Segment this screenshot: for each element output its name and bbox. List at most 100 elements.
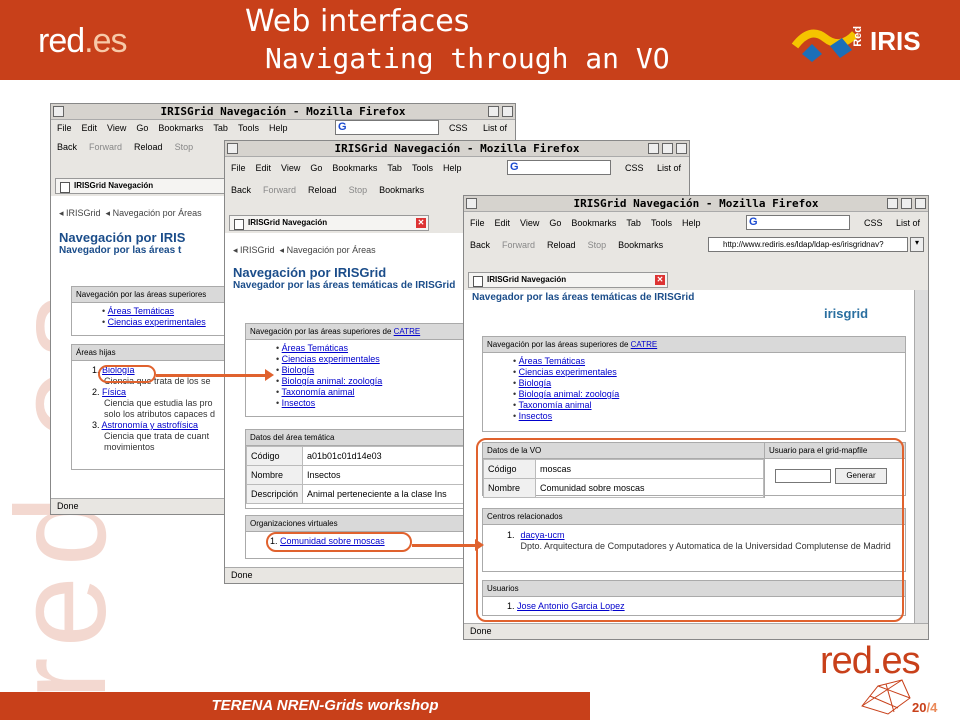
page-heading: Navegación por IRIS xyxy=(59,230,186,245)
menu-tools[interactable]: Tools xyxy=(238,123,259,133)
page-subheading: Navegador por las áreas temáticas de IRI… xyxy=(472,292,695,303)
menu-view[interactable]: View xyxy=(520,218,539,228)
page-subheading: Navegador por las áreas temáticas de IRI… xyxy=(233,280,456,291)
bookmarks-button[interactable]: Bookmarks xyxy=(379,185,424,195)
menu-bar[interactable]: File Edit View Go Bookmarks Tab Tools Help G CS… xyxy=(225,157,689,179)
menu-tools[interactable]: Tools xyxy=(651,218,672,228)
link-astronomia[interactable]: Astronomía y astrofísica xyxy=(102,420,199,430)
back-button[interactable]: Back xyxy=(470,240,490,250)
link-taxonomia-animal[interactable]: Taxonomía animal xyxy=(519,400,592,410)
page-number: 20/4 xyxy=(912,700,938,715)
breadcrumb: ◂ IRISGrid ◂ Navegación por Áreas xyxy=(59,208,202,219)
highlight-comunidad xyxy=(266,532,412,552)
menu-bar[interactable]: File Edit View Go Bookmarks Tab Tools Help G CS… xyxy=(464,212,928,234)
menu-file[interactable]: File xyxy=(470,218,485,228)
back-button[interactable]: Back xyxy=(57,142,77,152)
menu-edit[interactable]: Edit xyxy=(82,123,98,133)
panel-title: Navegación por las áreas superiores de C… xyxy=(483,337,905,353)
title-bar[interactable]: IRISGrid Navegación - Mozilla Firefox xyxy=(51,104,515,120)
link-biologia[interactable]: Biología xyxy=(519,378,552,388)
forward-button[interactable]: Forward xyxy=(263,185,296,195)
menu-help[interactable]: Help xyxy=(269,123,288,133)
network-grid-icon xyxy=(861,679,911,715)
link-insectos[interactable]: Insectos xyxy=(519,411,553,421)
menu-tab[interactable]: Tab xyxy=(626,218,641,228)
menu-help[interactable]: Help xyxy=(682,218,701,228)
slide-title: Web interfaces xyxy=(245,4,470,39)
arrow-to-window-3 xyxy=(412,539,484,551)
link-insectos[interactable]: Insectos xyxy=(282,398,316,408)
menu-go[interactable]: Go xyxy=(310,163,322,173)
title-bar[interactable]: IRISGrid Navegación - Mozilla Firefox xyxy=(464,196,928,212)
menu-go[interactable]: Go xyxy=(549,218,561,228)
link-fisica[interactable]: Física xyxy=(102,387,126,397)
menu-bookmarks[interactable]: Bookmarks xyxy=(571,218,616,228)
crumb-areas[interactable]: ◂ Navegación por Áreas xyxy=(280,245,376,255)
rediris-emblem-icon xyxy=(791,29,858,62)
crumb-areas[interactable]: ◂ Navegación por Áreas xyxy=(106,208,202,218)
link-taxonomia-animal[interactable]: Taxonomía animal xyxy=(282,387,355,397)
menu-file[interactable]: File xyxy=(231,163,246,173)
url-dropdown-icon[interactable]: ▾ xyxy=(910,237,924,252)
menu-bookmarks[interactable]: Bookmarks xyxy=(332,163,377,173)
css-menu[interactable]: CSS xyxy=(449,123,468,133)
tab-irisgrid[interactable]: IRISGrid Navegación ✕ xyxy=(468,272,668,288)
menu-bookmarks[interactable]: Bookmarks xyxy=(158,123,203,133)
scrollbar[interactable] xyxy=(914,290,928,623)
menu-tools[interactable]: Tools xyxy=(412,163,433,173)
slide-subtitle: Navigating through an VO xyxy=(265,42,670,75)
menu-file[interactable]: File xyxy=(57,123,72,133)
link-catre[interactable]: CATRE xyxy=(394,327,421,336)
link-areas-tematicas[interactable]: Áreas Temáticas xyxy=(519,356,585,366)
menu-help[interactable]: Help xyxy=(443,163,462,173)
close-tab-icon[interactable]: ✕ xyxy=(416,218,426,228)
menu-go[interactable]: Go xyxy=(136,123,148,133)
crumb-irisgrid[interactable]: ◂ IRISGrid xyxy=(233,245,275,255)
forward-button[interactable]: Forward xyxy=(502,240,535,250)
tab-irisgrid[interactable]: IRISGrid Navegación xyxy=(55,178,225,194)
link-ciencias-experimentales[interactable]: Ciencias experimentales xyxy=(108,317,206,327)
menu-tab[interactable]: Tab xyxy=(387,163,402,173)
stop-button[interactable]: Stop xyxy=(588,240,607,250)
css-menu[interactable]: CSS xyxy=(864,218,883,228)
panel-areas-superiores: Navegación por las áreas superiores de C… xyxy=(482,336,906,432)
link-biologia-animal[interactable]: Biología animal: zoología xyxy=(282,376,383,386)
link-catre[interactable]: CATRE xyxy=(631,340,658,349)
back-button[interactable]: Back xyxy=(231,185,251,195)
reload-button[interactable]: Reload xyxy=(308,185,337,195)
link-ciencias-experimentales[interactable]: Ciencias experimentales xyxy=(282,354,380,364)
css-menu[interactable]: CSS xyxy=(625,163,644,173)
menu-view[interactable]: View xyxy=(107,123,126,133)
forward-button[interactable]: Forward xyxy=(89,142,122,152)
title-bar[interactable]: IRISGrid Navegación - Mozilla Firefox xyxy=(225,141,689,157)
list-of-menu[interactable]: List of xyxy=(483,123,507,133)
reload-button[interactable]: Reload xyxy=(547,240,576,250)
link-biologia-animal[interactable]: Biología animal: zoología xyxy=(519,389,620,399)
nav-toolbar[interactable]: Back Forward Reload Stop Bookmarks http://ww… xyxy=(464,234,928,256)
page-heading: Navegación por IRISGrid xyxy=(233,265,387,280)
list-of-menu[interactable]: List of xyxy=(896,218,920,228)
url-bar[interactable]: http://www.rediris.es/ldap/ldap-es/irisg… xyxy=(708,237,908,252)
menu-edit[interactable]: Edit xyxy=(495,218,511,228)
stop-button[interactable]: Stop xyxy=(175,142,194,152)
menu-bar[interactable]: File Edit View Go Bookmarks Tab Tools Help G CS… xyxy=(51,120,515,136)
google-search-box[interactable]: G xyxy=(335,120,439,135)
reload-button[interactable]: Reload xyxy=(134,142,163,152)
bookmarks-button[interactable]: Bookmarks xyxy=(618,240,663,250)
google-search-box[interactable]: G xyxy=(507,160,611,175)
link-areas-tematicas[interactable]: Áreas Temáticas xyxy=(282,343,348,353)
list-of-menu[interactable]: List of xyxy=(657,163,681,173)
highlight-vo-details xyxy=(476,438,904,622)
close-tab-icon[interactable]: ✕ xyxy=(655,275,665,285)
menu-view[interactable]: View xyxy=(281,163,300,173)
slide-footer: TERENA NREN-Grids workshop xyxy=(0,692,590,720)
link-ciencias-experimentales[interactable]: Ciencias experimentales xyxy=(519,367,617,377)
stop-button[interactable]: Stop xyxy=(349,185,368,195)
menu-tab[interactable]: Tab xyxy=(213,123,228,133)
link-biologia[interactable]: Biología xyxy=(282,365,315,375)
google-search-box[interactable]: G xyxy=(746,215,850,230)
crumb-irisgrid[interactable]: ◂ IRISGrid xyxy=(59,208,101,218)
link-areas-tematicas[interactable]: Áreas Temáticas xyxy=(108,306,174,316)
tab-irisgrid[interactable]: IRISGrid Navegación ✕ xyxy=(229,215,429,231)
menu-edit[interactable]: Edit xyxy=(256,163,272,173)
